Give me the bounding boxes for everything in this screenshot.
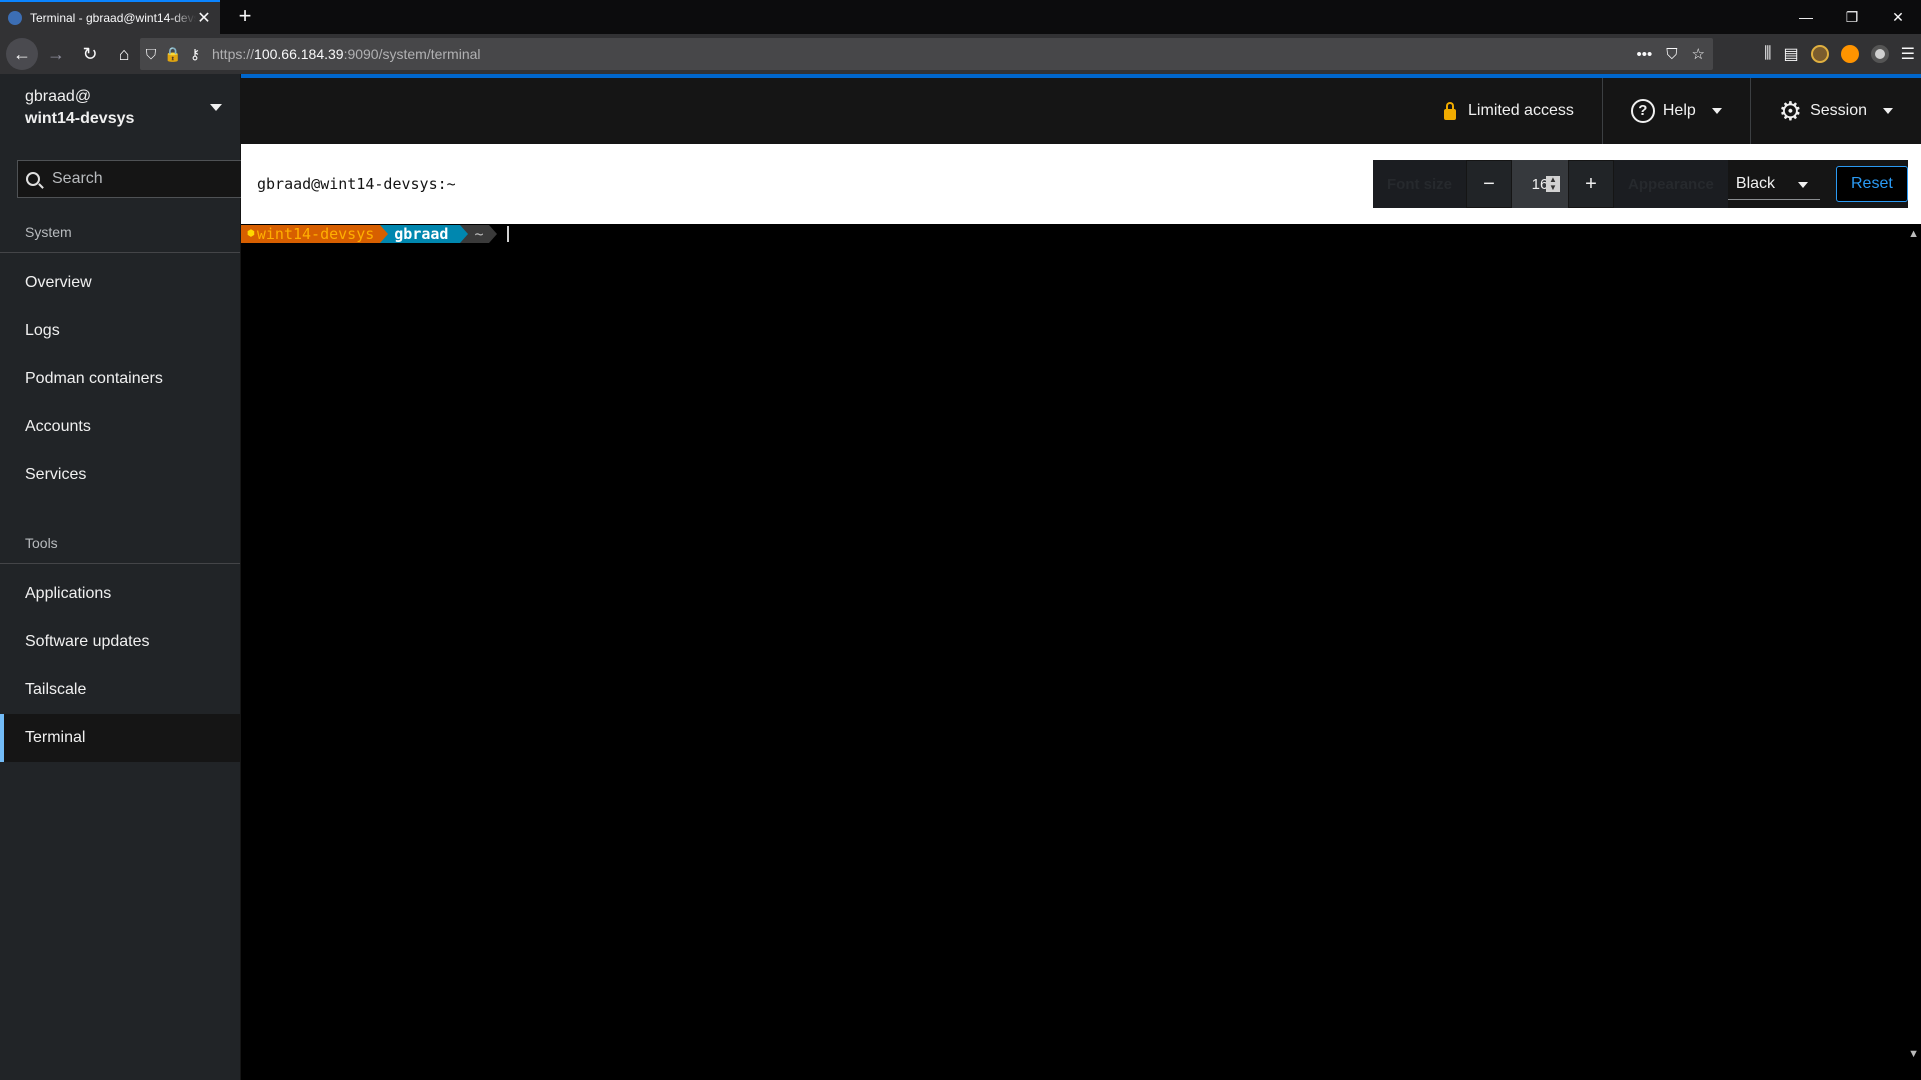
scroll-up-icon[interactable]: ▲ [1908,228,1919,240]
main-content: Limited access ? Help ⚙ Session gbraad@w… [241,74,1921,1080]
key-icon[interactable]: ⚷ [184,46,206,63]
terminal-controls: Font size − 16 ▲ ▼ + Appearance Black Res… [1373,160,1908,208]
minimize-button[interactable]: — [1783,0,1829,34]
extension-icon[interactable] [1840,45,1859,63]
sidebar-item-overview[interactable]: Overview [0,259,240,307]
prompt-dir-segment: ~ [468,225,490,243]
bookmark-star-icon[interactable]: ☆ [1692,45,1705,63]
session-label: Session [1810,102,1867,119]
terminal-cursor [507,226,510,242]
sidebar-toggle-icon[interactable]: ▤ [1784,44,1799,64]
appearance-select[interactable]: Black [1727,168,1820,200]
decrease-font-button[interactable]: − [1466,160,1513,208]
prompt-host-segment: ⬢ wint14-devsys [241,225,381,243]
sidebar-item-terminal[interactable]: Terminal [0,714,240,762]
font-size-input[interactable]: 16 ▲ ▼ [1512,160,1569,208]
search-input[interactable]: Search [17,160,241,198]
container-icon: ⬢ [247,229,255,239]
sidebar-item-software-updates[interactable]: Software updates [0,618,240,666]
session-menu-button[interactable]: ⚙ Session [1749,78,1921,144]
increase-font-button[interactable]: + [1568,160,1615,208]
sidebar-item-accounts[interactable]: Accounts [0,403,240,451]
window-controls: — ❐ ✕ [1783,0,1921,34]
shield-icon[interactable]: ⛉ [140,46,162,63]
help-menu-button[interactable]: ? Help [1601,78,1750,144]
help-icon: ? [1630,99,1655,123]
appearance-value: Black [1735,174,1776,192]
back-button[interactable]: ← [6,38,38,70]
appearance-label: Appearance [1614,160,1728,208]
sidebar: gbraad@ wint14-devsys Search System Over… [0,74,241,1080]
browser-tab[interactable]: Terminal - gbraad@wint14-devsys ✕ [0,0,220,34]
browser-navbar: ← → ↻ ⌂ ⛉ 🔒 ⚷ https://100.66.184.39:9090… [0,34,1921,74]
library-icon[interactable]: ⫼ [1764,45,1771,63]
restore-button[interactable]: ❐ [1829,0,1875,34]
limited-access-label: Limited access [1468,102,1574,119]
url-bar[interactable]: ⛉ 🔒 ⚷ https://100.66.184.39:9090/system/… [140,38,1713,70]
lock-warning-icon[interactable]: 🔒 [162,46,184,63]
close-window-button[interactable]: ✕ [1875,0,1921,34]
host-name: wint14-devsys [25,110,135,127]
shell-prompt: ⬢ wint14-devsys gbraad ~ [241,225,510,243]
sidebar-item-applications[interactable]: Applications [0,570,240,618]
pocket-icon[interactable]: ⛉ [1666,46,1677,63]
section-title-system: System [0,198,240,253]
terminal-title: gbraad@wint14-devsys:~ [257,175,456,193]
gear-icon: ⚙ [1778,96,1803,126]
home-button[interactable]: ⌂ [108,38,140,70]
chevron-down-icon [1797,182,1808,188]
reload-button[interactable]: ↻ [74,38,106,70]
terminal-screen[interactable]: ⬢ wint14-devsys gbraad ~ ▲ ▼ [241,224,1921,1080]
font-size-label: Font size [1373,160,1467,208]
prompt-user-segment: gbraad [388,225,461,243]
masthead: Limited access ? Help ⚙ Session [241,78,1921,144]
host-user: gbraad@ [25,88,92,105]
chevron-down-icon [1711,108,1722,114]
tab-close-icon[interactable]: ✕ [196,8,212,28]
powerline-arrow [489,225,498,243]
sidebar-item-podman-containers[interactable]: Podman containers [0,355,240,403]
reset-button[interactable]: Reset [1835,166,1908,202]
limited-access-button[interactable]: Limited access [1416,78,1602,144]
search-placeholder: Search [52,170,103,187]
cockpit-favicon-icon [8,11,22,25]
chevron-down-icon [1883,108,1893,114]
spinner-icon[interactable]: ▲ ▼ [1546,176,1561,192]
extension-icon[interactable] [1870,45,1889,63]
cockpit-app: gbraad@ wint14-devsys Search System Over… [0,74,1921,1080]
host-switcher[interactable]: gbraad@ wint14-devsys [0,74,240,150]
search-icon [26,172,40,186]
sidebar-item-logs[interactable]: Logs [0,307,240,355]
page-actions-icon[interactable]: ••• [1637,46,1653,63]
chevron-down-icon [210,104,222,111]
sidebar-item-tailscale[interactable]: Tailscale [0,666,240,714]
browser-tabbar: Terminal - gbraad@wint14-devsys ✕ + — ❐ … [0,0,1921,34]
extension-icon[interactable] [1810,45,1829,63]
help-label: Help [1662,102,1696,119]
url-text[interactable]: https://100.66.184.39:9090/system/termin… [212,46,481,62]
powerline-arrow [380,225,389,243]
tab-title: Terminal - gbraad@wint14-devsys [30,11,196,25]
hamburger-menu-icon[interactable]: ☰ [1901,44,1915,64]
forward-button[interactable]: → [40,38,72,70]
browser-toolbar-right: ⫼ ▤ ☰ [1764,34,1915,74]
new-tab-button[interactable]: + [232,4,258,30]
terminal-header: gbraad@wint14-devsys:~ Font size − 16 ▲ ▼… [241,144,1921,224]
lock-icon [1444,101,1457,120]
scroll-down-icon[interactable]: ▼ [1908,1048,1919,1060]
powerline-arrow [460,225,469,243]
section-title-tools: Tools [0,521,240,564]
sidebar-item-services[interactable]: Services [0,451,240,499]
